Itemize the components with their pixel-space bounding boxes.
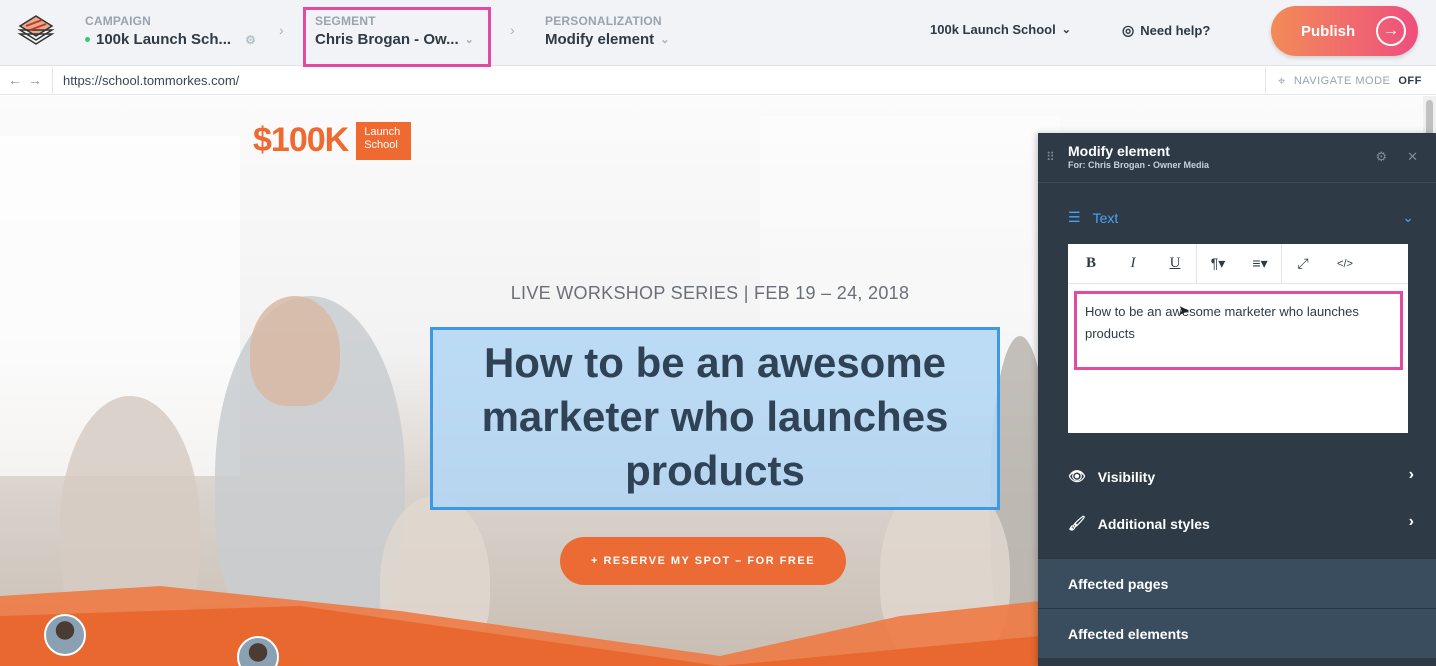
rich-text-editor: B I U ¶▾ ≡▾ ⤢ </> How to be an awesome m… xyxy=(1068,243,1408,433)
gear-icon[interactable]: ⚙ xyxy=(245,33,256,47)
chevron-down-icon[interactable]: ⌄ xyxy=(1402,209,1414,226)
publish-label: Publish xyxy=(1301,22,1356,40)
background-person xyxy=(250,296,340,406)
arrow-right-icon: → xyxy=(1376,16,1406,46)
editor-content[interactable]: How to be an awesome marketer who launch… xyxy=(1074,291,1403,370)
url-bar: ←→ https://school.tommorkes.com/ ⌖ NAVIG… xyxy=(0,67,1436,95)
affected-elements-label: Affected elements xyxy=(1068,626,1189,642)
brand-tag: Launch School xyxy=(356,121,412,160)
navigate-mode-toggle[interactable]: ⌖ NAVIGATE MODE OFF xyxy=(1265,67,1422,95)
expand-icon[interactable]: ⤢ xyxy=(1282,255,1324,272)
brush-icon: 🖌 xyxy=(1068,515,1086,531)
divider xyxy=(52,67,53,95)
crosshair-icon: ⌖ xyxy=(1278,73,1286,88)
chevron-right-icon[interactable]: › xyxy=(1409,466,1414,484)
paragraph-format-button[interactable]: ¶▾ xyxy=(1197,255,1239,272)
text-section-label: Text xyxy=(1092,209,1119,226)
editor-toolbar: B I U ¶▾ ≡▾ ⤢ </> xyxy=(1068,243,1408,284)
campaign-label: CAMPAIGN xyxy=(85,14,152,28)
navigate-mode-label: NAVIGATE MODE xyxy=(1293,75,1391,87)
brand-text: $100K xyxy=(253,121,349,159)
brand-logo[interactable]: $100K Launch School xyxy=(253,121,412,160)
publish-button[interactable]: Publish → xyxy=(1271,6,1418,56)
panel-title: Modify element xyxy=(1068,143,1170,159)
brand-tag-line-1: Launch xyxy=(364,125,401,138)
chevron-right-icon: › xyxy=(510,22,515,38)
help-icon: ◎ xyxy=(1122,22,1135,38)
site-selector-label: 100k Launch School xyxy=(930,22,1056,37)
affected-pages-section[interactable]: Affected pages xyxy=(1038,558,1436,608)
avatar xyxy=(44,614,86,656)
text-section-toggle[interactable]: ☰ Text xyxy=(1068,209,1118,226)
additional-styles-label: Additional styles xyxy=(1097,515,1210,532)
campaign-name: 100k Launch Sch... xyxy=(96,31,232,48)
segment-label: SEGMENT xyxy=(315,14,376,28)
brand-tag-line-2: School xyxy=(364,138,398,151)
panel-header: ⠿ Modify element For: Chris Brogan - Own… xyxy=(1038,133,1436,183)
paragraph-icon: ¶ xyxy=(1210,255,1219,271)
campaign-crumb[interactable]: CAMPAIGN 100k Launch Sch... ⚙ xyxy=(85,14,256,48)
bold-button[interactable]: B xyxy=(1070,255,1112,272)
eye-icon: 👁 xyxy=(1068,468,1086,484)
forward-arrow-icon[interactable]: → xyxy=(28,72,48,88)
underline-button[interactable]: U xyxy=(1154,255,1196,272)
chevron-right-icon[interactable]: › xyxy=(1409,513,1414,531)
personalization-crumb[interactable]: PERSONALIZATION Modify element ⌄ xyxy=(545,14,669,48)
help-label: Need help? xyxy=(1140,23,1211,38)
mouse-cursor-icon: ➤ xyxy=(1178,302,1190,318)
visibility-label: Visibility xyxy=(1097,468,1156,485)
segment-name: Chris Brogan - Ow... xyxy=(315,31,459,48)
chevron-down-icon[interactable]: ⌄ xyxy=(465,33,474,46)
personalization-label: PERSONALIZATION xyxy=(545,14,662,28)
navigate-mode-state: OFF xyxy=(1398,75,1422,87)
modify-element-panel: ⠿ Modify element For: Chris Brogan - Own… xyxy=(1038,133,1436,666)
additional-styles-row[interactable]: 🖌 Additional styles xyxy=(1068,515,1210,532)
chevron-down-icon: ⌄ xyxy=(1061,24,1071,36)
segment-crumb[interactable]: SEGMENT Chris Brogan - Ow... ⌄ xyxy=(315,14,474,48)
drag-handle-icon[interactable]: ⠿ xyxy=(1046,150,1055,164)
personalization-name: Modify element xyxy=(545,31,655,48)
align-button[interactable]: ≡▾ xyxy=(1239,255,1281,272)
site-selector[interactable]: 100k Launch School ⌄ xyxy=(930,22,1071,37)
affected-elements-section[interactable]: Affected elements xyxy=(1038,608,1436,658)
headline[interactable]: How to be an awesome marketer who launch… xyxy=(433,336,997,498)
back-arrow-icon[interactable]: ← xyxy=(8,72,28,88)
orange-band xyxy=(0,586,1040,666)
gear-icon[interactable]: ⚙ xyxy=(1375,149,1387,165)
code-view-icon[interactable]: </> xyxy=(1324,258,1366,270)
url-input[interactable]: https://school.tommorkes.com/ xyxy=(63,73,239,88)
align-icon: ≡ xyxy=(1252,255,1261,271)
help-link[interactable]: ◎ Need help? xyxy=(1122,22,1210,39)
selected-element-highlight[interactable]: How to be an awesome marketer who launch… xyxy=(430,327,1000,510)
close-icon[interactable]: ✕ xyxy=(1407,149,1418,165)
chevron-down-icon[interactable]: ⌄ xyxy=(660,33,669,46)
text-align-icon: ☰ xyxy=(1068,209,1081,225)
app-logo-icon[interactable] xyxy=(16,12,56,52)
status-dot-icon xyxy=(85,37,90,42)
affected-pages-label: Affected pages xyxy=(1068,576,1169,592)
visibility-row[interactable]: 👁 Visibility xyxy=(1068,468,1155,485)
nav-arrows: ←→ xyxy=(8,72,48,88)
italic-button[interactable]: I xyxy=(1112,255,1154,272)
panel-subtitle: For: Chris Brogan - Owner Media xyxy=(1068,160,1210,170)
chevron-right-icon: › xyxy=(279,22,284,38)
top-bar: CAMPAIGN 100k Launch Sch... ⚙ › SEGMENT … xyxy=(0,0,1436,67)
